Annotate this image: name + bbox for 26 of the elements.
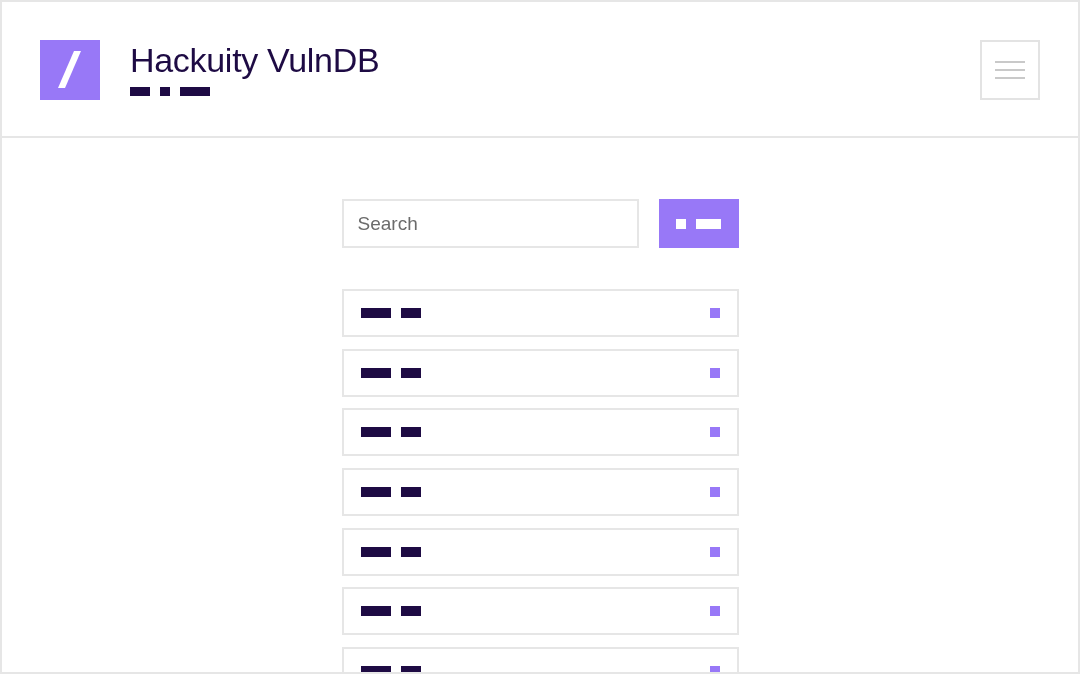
search-button[interactable] bbox=[658, 199, 739, 248]
square-icon bbox=[709, 486, 720, 497]
square-icon bbox=[709, 367, 720, 378]
square-icon bbox=[709, 427, 720, 438]
square-icon bbox=[709, 606, 720, 617]
result-row[interactable] bbox=[341, 587, 739, 636]
placeholder-bars-icon bbox=[130, 87, 210, 96]
menu-icon bbox=[995, 61, 1025, 79]
placeholder-bars-icon bbox=[360, 665, 421, 672]
placeholder-bars-icon bbox=[360, 546, 421, 557]
result-row[interactable] bbox=[341, 289, 739, 337]
placeholder-bars-icon bbox=[360, 606, 421, 617]
placeholder-bars-icon bbox=[360, 308, 421, 318]
placeholder-bars-icon bbox=[360, 486, 421, 497]
slash-logo-icon bbox=[40, 40, 100, 100]
app-title: Hackuity VulnDB bbox=[130, 43, 380, 77]
square-icon bbox=[709, 308, 720, 318]
square-icon bbox=[709, 546, 720, 557]
search-field[interactable]: Search bbox=[341, 199, 639, 248]
result-row[interactable] bbox=[341, 467, 739, 516]
placeholder-bars-icon bbox=[360, 367, 421, 378]
placeholder-bars-icon bbox=[360, 427, 421, 438]
result-row[interactable] bbox=[341, 408, 739, 457]
result-row[interactable] bbox=[341, 527, 739, 576]
placeholder-bars-icon bbox=[676, 218, 721, 229]
result-row[interactable] bbox=[341, 348, 739, 397]
